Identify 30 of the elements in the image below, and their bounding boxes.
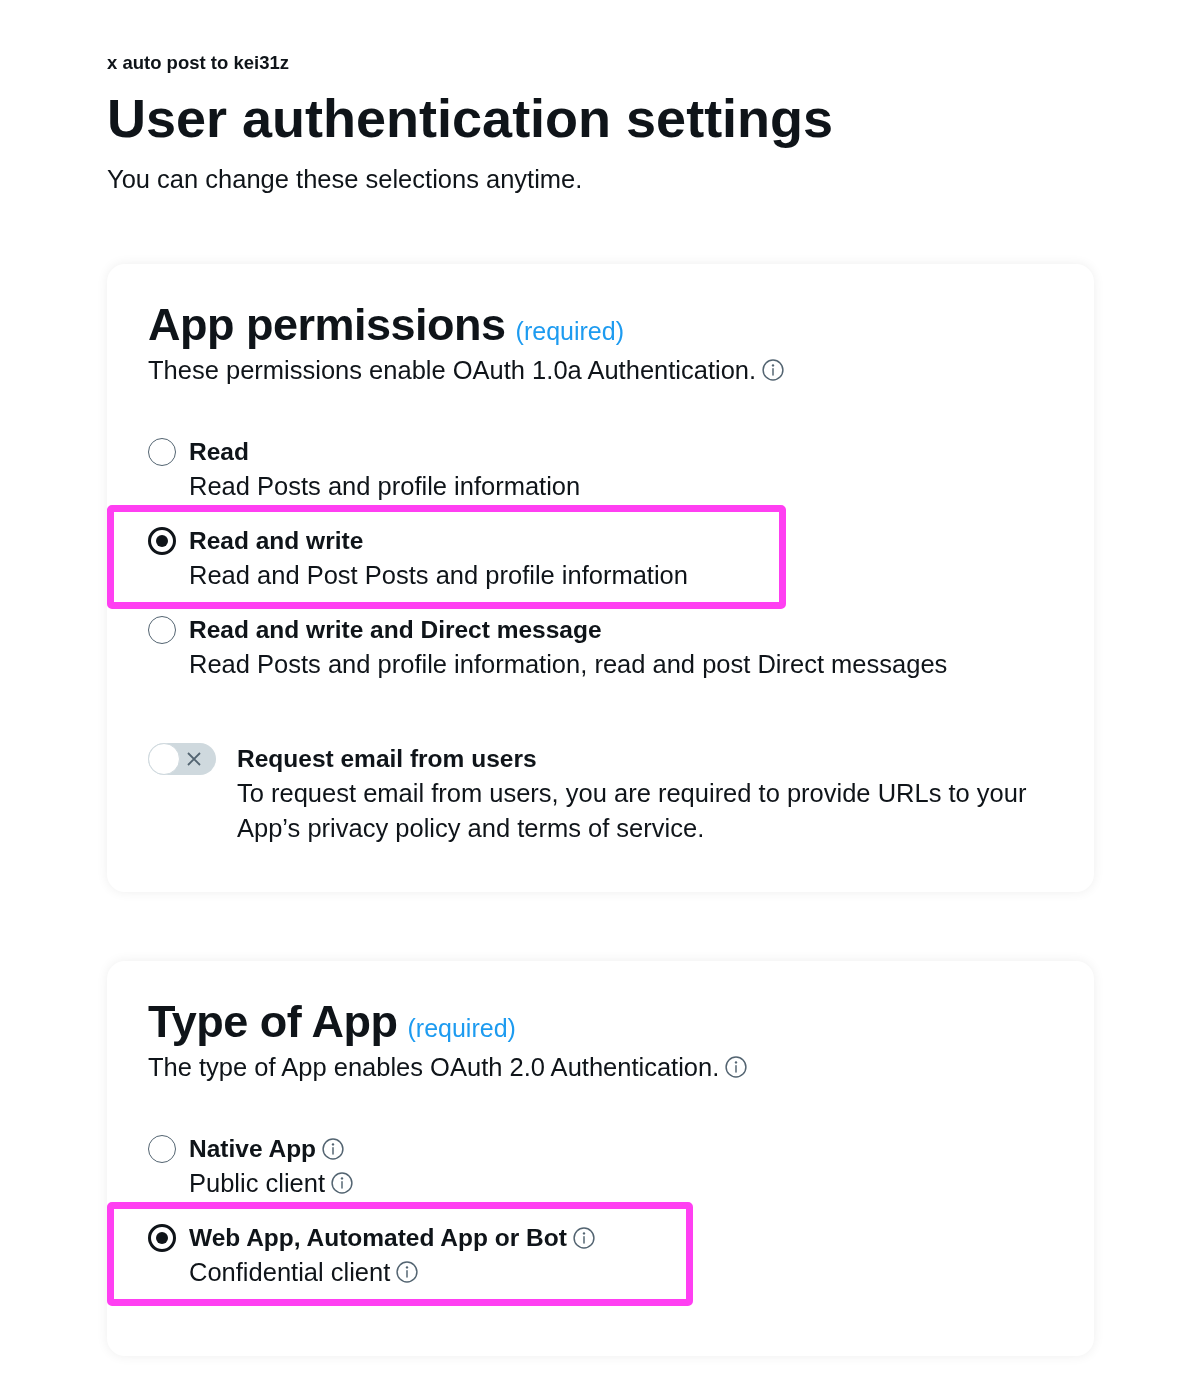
toggle-description: To request email from users, you are required to provide URLs to your App’s privacy policy and terms of service. (237, 778, 1028, 844)
option-description: Public client (189, 1168, 326, 1199)
radio-button[interactable] (148, 616, 176, 644)
option-description: Read Posts and profile information, read and post Direct messages (189, 649, 948, 680)
toggle-switch[interactable] (148, 743, 216, 775)
option-label: Native App (189, 1134, 317, 1164)
info-icon[interactable] (762, 359, 785, 381)
radio-button[interactable] (148, 1135, 176, 1163)
option-description: Read Posts and profile information (189, 471, 581, 502)
info-icon[interactable] (725, 1056, 748, 1078)
toggle-label: Request email from users (237, 744, 538, 774)
info-icon[interactable] (322, 1138, 345, 1160)
info-icon[interactable] (572, 1227, 595, 1249)
page-title: User authentication settings (107, 87, 834, 150)
option-label: Read (189, 437, 249, 467)
option-label: Read and write (189, 526, 364, 556)
option-label: Web App, Automated App or Bot (189, 1223, 567, 1253)
option-description: Confidential client (189, 1257, 391, 1288)
radio-button[interactable] (148, 527, 176, 555)
cross-icon (187, 752, 201, 766)
info-icon[interactable] (396, 1261, 419, 1283)
app-name: x auto post to kei31z (107, 51, 289, 75)
section-title: App permissions (148, 298, 506, 352)
info-icon[interactable] (331, 1172, 354, 1194)
option-description: Read and Post Posts and profile information (189, 560, 688, 591)
radio-button[interactable] (148, 1224, 176, 1252)
option-label: Read and write and Direct message (189, 615, 602, 645)
section-title: Type of App (148, 995, 398, 1049)
page-subtitle: You can change these selections anytime. (107, 164, 583, 195)
radio-button[interactable] (148, 438, 176, 466)
